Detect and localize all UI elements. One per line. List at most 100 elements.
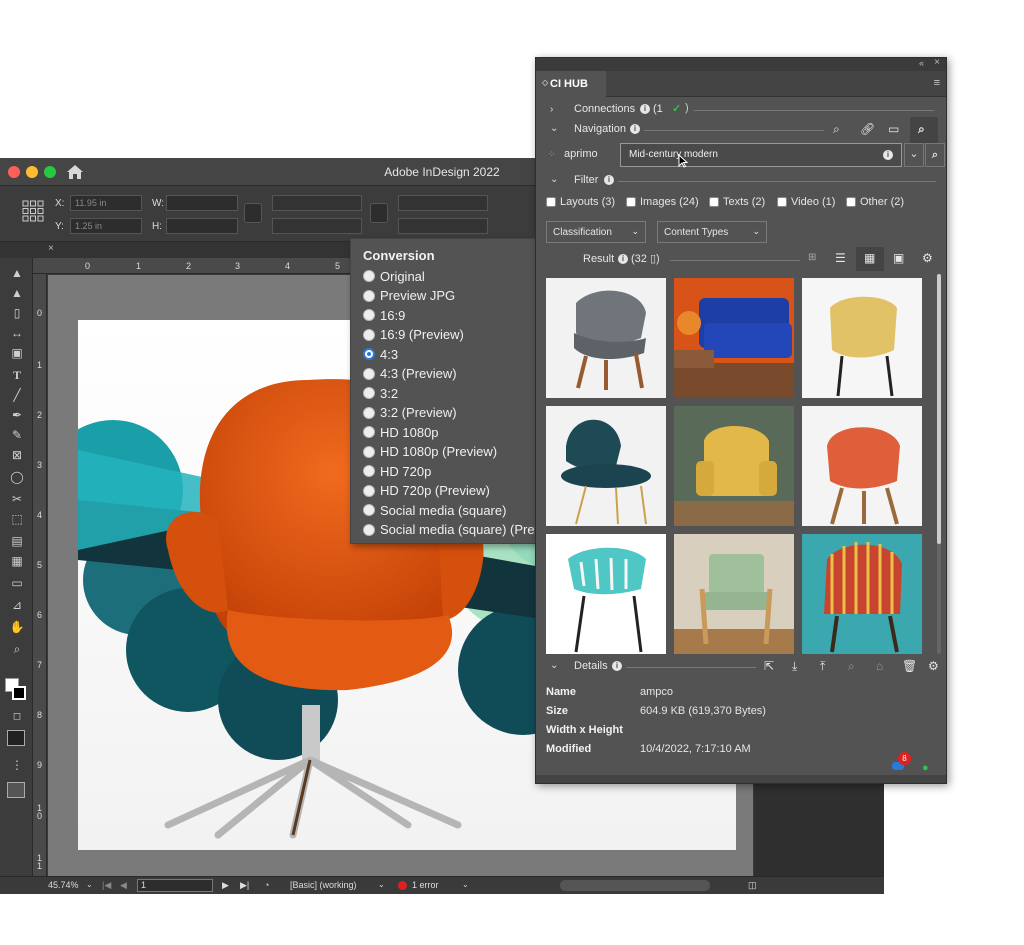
scissors-tool-icon[interactable]: ✂ xyxy=(9,492,25,506)
filter-layouts[interactable]: Layouts (3) xyxy=(546,196,615,208)
page-tool-icon[interactable]: ▯ xyxy=(9,306,25,320)
x-field[interactable]: 11.95 in xyxy=(70,195,142,211)
info-icon[interactable]: i xyxy=(883,150,893,160)
result-thumbnail[interactable] xyxy=(546,534,666,654)
conversion-option[interactable]: 4:3 xyxy=(363,345,398,363)
reference-point-icon[interactable] xyxy=(22,200,44,222)
page-number-field[interactable]: 1 xyxy=(137,879,213,892)
close-tab-icon[interactable]: × xyxy=(48,243,54,254)
stroke-swatch[interactable] xyxy=(12,686,26,700)
conversion-option[interactable]: 3:2 (Preview) xyxy=(363,404,457,422)
notifications-button[interactable]: 8 xyxy=(892,752,911,770)
gap-tool-icon[interactable]: ↔ xyxy=(9,326,25,340)
result-thumbnail[interactable] xyxy=(674,278,794,398)
apply-color-button[interactable] xyxy=(7,730,25,746)
radio-button[interactable] xyxy=(363,328,375,341)
radio-button[interactable] xyxy=(363,367,375,380)
conversion-option[interactable]: HD 720p (Preview) xyxy=(363,482,490,500)
rotation-field[interactable] xyxy=(398,195,488,211)
result-scrollbar[interactable] xyxy=(937,274,941,654)
rectangle-frame-tool-icon[interactable]: ⊠ xyxy=(9,448,25,462)
grid-small-icon[interactable]: ⊞ xyxy=(808,252,816,263)
filter-video[interactable]: Video (1) xyxy=(777,196,835,208)
search-button[interactable]: ⌕ xyxy=(925,143,945,167)
horizontal-scrollbar[interactable] xyxy=(560,880,710,891)
eyedropper-tool-icon[interactable]: ⊿ xyxy=(9,598,25,612)
scale-y-field[interactable] xyxy=(272,218,362,234)
search-options-dropdown[interactable]: ⌄ xyxy=(904,143,924,167)
conversion-option[interactable]: 3:2 xyxy=(363,384,398,402)
prev-page-icon[interactable]: ◀ xyxy=(120,880,127,891)
error-count[interactable]: 1 error xyxy=(412,880,439,890)
chevron-down-icon[interactable]: ⌄ xyxy=(550,123,558,134)
radio-button[interactable] xyxy=(363,270,375,282)
radio-button[interactable] xyxy=(363,309,375,321)
checkbox[interactable] xyxy=(846,197,856,208)
conversion-option[interactable]: HD 1080p xyxy=(363,423,439,441)
constrain-proportions-button[interactable] xyxy=(244,203,262,223)
link-icon[interactable]: 🔗︎ xyxy=(860,122,875,136)
zoom-level[interactable]: 45.74% xyxy=(48,880,79,890)
type-tool-icon[interactable]: T xyxy=(9,368,25,382)
download-icon[interactable]: ⤓ xyxy=(792,659,797,674)
conversion-option[interactable]: Preview JPG xyxy=(363,287,455,305)
next-page-icon[interactable]: ▶ xyxy=(222,880,229,891)
last-page-icon[interactable]: ▶| xyxy=(240,880,249,891)
info-icon[interactable]: i xyxy=(604,175,614,185)
conversion-option[interactable]: HD 720p xyxy=(363,462,431,480)
radio-button[interactable] xyxy=(363,289,375,302)
result-thumbnail[interactable] xyxy=(802,278,922,398)
panel-menu-icon[interactable]: ≡ xyxy=(934,77,940,89)
checkbox[interactable] xyxy=(626,197,636,208)
zoom-icon[interactable]: ⌕ xyxy=(833,122,840,137)
filter-texts[interactable]: Texts (2) xyxy=(709,196,765,208)
direct-selection-tool-icon[interactable]: ▲ xyxy=(9,286,25,300)
list-view-icon[interactable]: ☰ xyxy=(835,251,846,265)
free-transform-tool-icon[interactable]: ⬚ xyxy=(9,512,25,526)
info-icon[interactable]: i xyxy=(640,104,650,114)
connections-section[interactable]: › Connections i (1 ✓ ) xyxy=(536,102,946,122)
grid-view-button[interactable]: ▦ xyxy=(856,247,884,271)
upload-icon[interactable]: ⤒ xyxy=(820,659,825,674)
filter-images[interactable]: Images (24) xyxy=(626,196,699,208)
chevron-right-icon[interactable]: › xyxy=(550,104,553,115)
conversion-option[interactable]: Original xyxy=(363,267,425,285)
selection-tool-icon[interactable]: ▲ xyxy=(9,266,25,280)
zoom-tool-icon[interactable]: ⌕ xyxy=(9,642,25,656)
checkbox[interactable] xyxy=(709,197,719,208)
conversion-option[interactable]: 4:3 (Preview) xyxy=(363,365,457,383)
folder-icon[interactable]: ▭ xyxy=(888,122,899,136)
radio-button[interactable] xyxy=(363,445,375,458)
result-section[interactable]: Result i (32 ▯) ⊞ ☰ ▦ ▣ ⚙ xyxy=(536,247,946,271)
result-thumbnail[interactable] xyxy=(546,406,666,526)
conversion-option[interactable]: Social media (square) xyxy=(363,501,506,519)
open-external-icon[interactable]: ⇱ xyxy=(764,659,774,673)
pencil-tool-icon[interactable]: ✎ xyxy=(9,428,25,442)
scrollbar-thumb[interactable] xyxy=(937,274,941,544)
gradient-feather-tool-icon[interactable]: ▦ xyxy=(9,554,25,568)
tab-cihub[interactable]: ◇ CI HUB xyxy=(536,71,606,97)
zoom-icon[interactable]: ⌕ xyxy=(848,659,855,674)
settings-icon[interactable]: ⚙ xyxy=(928,659,939,673)
result-thumbnail[interactable] xyxy=(674,406,794,526)
w-field[interactable] xyxy=(166,195,238,211)
panel-resize-strip[interactable] xyxy=(536,775,946,783)
source-name[interactable]: aprimo xyxy=(564,148,598,160)
line-tool-icon[interactable]: ╱ xyxy=(9,388,25,402)
info-icon[interactable]: i xyxy=(612,661,622,671)
chevron-down-icon[interactable]: ⌄ xyxy=(550,660,558,671)
filter-section[interactable]: ⌄ Filter i xyxy=(536,172,946,192)
radio-button[interactable] xyxy=(363,523,375,536)
content-types-dropdown[interactable]: Content Types ⌄ xyxy=(657,221,767,243)
card-view-icon[interactable]: ▣ xyxy=(893,251,904,265)
preflight-dropdown-icon[interactable]: ⌄ xyxy=(378,880,385,889)
close-panel-icon[interactable]: × xyxy=(934,57,940,68)
ellipse-tool-icon[interactable]: ◯ xyxy=(9,470,25,484)
radio-button[interactable] xyxy=(363,426,375,438)
split-view-icon[interactable]: ◫ xyxy=(748,880,757,891)
lock-icon[interactable]: ⌂ xyxy=(876,659,883,673)
navigation-section[interactable]: ⌄ Navigation i ⌕ 🔗︎ ▭ ⌕ xyxy=(536,117,946,143)
trash-icon[interactable]: 🗑︎ xyxy=(902,659,917,673)
result-thumbnail[interactable] xyxy=(546,278,666,398)
error-dropdown-icon[interactable]: ⌄ xyxy=(462,880,469,889)
